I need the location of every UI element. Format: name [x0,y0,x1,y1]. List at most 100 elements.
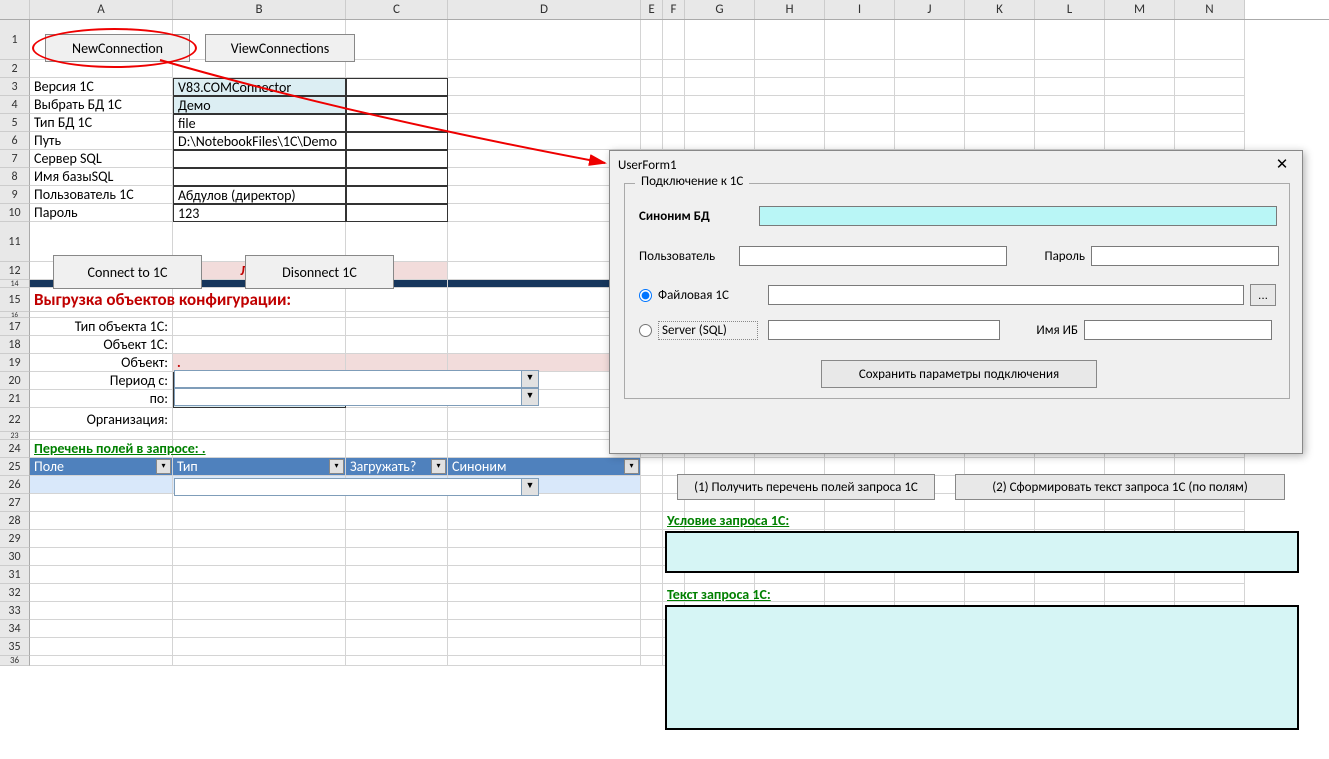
cell[interactable] [448,96,641,114]
col-header-N[interactable]: N [1175,0,1245,19]
cell[interactable] [1175,20,1245,60]
cell[interactable] [755,132,825,150]
cell[interactable] [173,408,346,432]
new-connection-button[interactable]: NewConnection [45,34,190,62]
col-header-J[interactable]: J [895,0,965,19]
dropdown-icon[interactable]: ▼ [521,389,538,405]
cell[interactable] [755,96,825,114]
col-header-G[interactable]: G [685,0,755,19]
cell[interactable] [641,78,663,96]
row-number[interactable]: 15 [0,288,30,312]
cell[interactable] [895,60,965,78]
col-header-H[interactable]: H [755,0,825,19]
cell[interactable] [346,288,448,312]
file-path-input[interactable] [768,285,1244,305]
label-password[interactable]: Пароль [30,204,173,222]
row-number[interactable]: 23 [0,432,30,440]
get-fields-button[interactable]: (1) Получить перечень полей запроса 1С [677,474,935,500]
cell[interactable] [1105,584,1175,602]
cell[interactable] [173,512,346,530]
cell[interactable] [173,336,346,354]
dropdown-icon[interactable]: ▼ [521,371,538,387]
cell[interactable] [685,114,755,132]
cell[interactable] [173,530,346,548]
cell[interactable] [1175,60,1245,78]
row-number[interactable]: 36 [0,656,30,666]
cell[interactable] [663,114,685,132]
cell[interactable] [448,78,641,96]
cell[interactable] [173,494,346,512]
cell[interactable] [173,656,346,666]
filter-icon[interactable]: ▾ [431,459,446,474]
cell[interactable] [30,476,173,494]
label-version[interactable]: Версия 1С [30,78,173,96]
cell[interactable] [685,78,755,96]
row-number[interactable]: 29 [0,530,30,548]
row-number[interactable]: 8 [0,168,30,186]
cell[interactable] [641,638,663,656]
col-field[interactable]: Поле▾ [30,458,173,476]
cell[interactable] [346,530,448,548]
cell[interactable] [641,60,663,78]
cell[interactable] [825,60,895,78]
user-input[interactable] [739,246,1007,266]
cell[interactable] [30,638,173,656]
cell[interactable] [346,548,448,566]
cell[interactable] [1175,96,1245,114]
cell[interactable] [825,512,895,530]
row-number[interactable]: 27 [0,494,30,512]
label-select-db[interactable]: Выбрать БД 1С [30,96,173,114]
cell[interactable] [346,566,448,584]
cell[interactable] [30,566,173,584]
col-header-L[interactable]: L [1035,0,1105,19]
cell[interactable] [173,318,346,336]
cell[interactable] [173,548,346,566]
label-org[interactable]: Организация: [30,408,173,432]
row-number[interactable]: 32 [0,584,30,602]
cell[interactable] [1175,114,1245,132]
cell[interactable] [685,60,755,78]
row-number[interactable]: 5 [0,114,30,132]
row-number[interactable]: 31 [0,566,30,584]
cell[interactable] [895,584,965,602]
cell[interactable] [1105,512,1175,530]
col-synonym[interactable]: Синоним▾ [448,458,641,476]
cell[interactable] [346,440,448,458]
cell[interactable] [685,96,755,114]
value-user[interactable]: Абдулов (директор) [173,186,346,204]
cell[interactable] [173,602,346,620]
row-number[interactable]: 24 [0,440,30,458]
cell[interactable] [641,458,663,476]
server-input[interactable] [768,320,1000,340]
cell[interactable] [641,476,663,494]
cell[interactable] [173,620,346,638]
password-input[interactable] [1091,246,1279,266]
dropdown-icon[interactable]: ▼ [521,479,538,495]
cell[interactable] [346,168,448,186]
cell[interactable] [30,620,173,638]
row-number[interactable]: 25 [0,458,30,476]
cell[interactable] [448,60,641,78]
view-connections-button[interactable]: ViewConnections [205,34,355,62]
cell[interactable] [965,60,1035,78]
cell[interactable] [641,602,663,620]
row-number[interactable]: 21 [0,390,30,408]
cell[interactable] [755,78,825,96]
cell[interactable] [641,494,663,512]
cell[interactable] [30,584,173,602]
cell[interactable] [346,620,448,638]
cell[interactable] [663,132,685,150]
cell[interactable] [448,494,641,512]
row-number[interactable]: 14 [0,280,30,288]
disconnect-button[interactable]: Disonnect 1C [245,255,394,289]
cell[interactable] [663,20,685,60]
cell[interactable] [965,132,1035,150]
cell[interactable] [173,432,346,440]
value-sql-server[interactable] [173,150,346,168]
value-db-type[interactable]: file [173,114,346,132]
col-header-D[interactable]: D [448,0,641,19]
cell[interactable] [755,20,825,60]
label-obj-1c[interactable]: Объект 1С: [30,336,173,354]
cell[interactable] [448,566,641,584]
cell[interactable] [1035,512,1105,530]
